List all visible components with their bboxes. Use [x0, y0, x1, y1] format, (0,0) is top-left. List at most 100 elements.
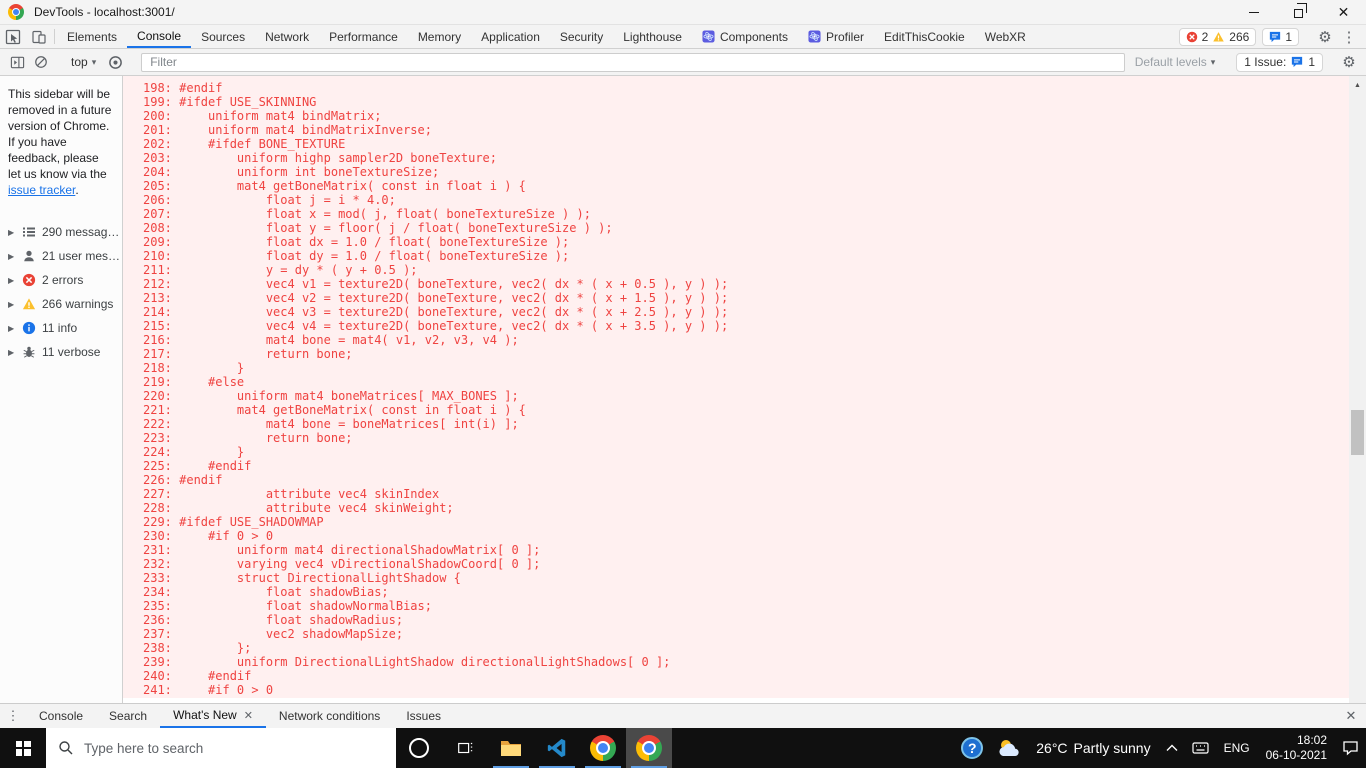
tab-network[interactable]: Network — [255, 25, 319, 48]
settings-button[interactable]: ⚙ — [1316, 28, 1334, 46]
minimize-button[interactable] — [1231, 0, 1276, 24]
console-scrollbar[interactable]: ▲ — [1349, 76, 1366, 703]
tab-profiler[interactable]: Profiler — [798, 25, 874, 48]
console-line: 229: #ifdef USE_SHADOWMAP — [143, 515, 324, 529]
issues-count: 1 — [1308, 55, 1315, 69]
vscode-button[interactable] — [534, 728, 580, 768]
chrome-button[interactable] — [580, 728, 626, 768]
errors-warnings-badge[interactable]: 2 266 — [1178, 27, 1257, 46]
message-count: 1 — [1285, 29, 1292, 44]
console-settings-button[interactable]: ⚙ — [1340, 53, 1358, 71]
close-icon[interactable]: ✕ — [244, 709, 253, 722]
console-line: 212: vec4 v1 = texture2D( boneTexture, v… — [143, 277, 729, 291]
console-output[interactable]: 198: #endif 199: #ifdef USE_SKINNING 200: … — [123, 76, 1366, 703]
context-selector[interactable]: top ▾ — [67, 55, 100, 69]
cortana-button[interactable] — [396, 728, 442, 768]
drawer-tab-network-conditions[interactable]: Network conditions — [266, 704, 393, 728]
scrollbar-thumb[interactable] — [1351, 410, 1364, 455]
tab-webxr[interactable]: WebXR — [975, 25, 1036, 48]
sidebar-item-2-errors[interactable]: ▶ 2 errors — [0, 268, 122, 292]
tab-elements[interactable]: Elements — [57, 25, 127, 48]
scrollbar-up-arrow[interactable]: ▲ — [1349, 79, 1366, 91]
issues-button[interactable]: 1 Issue: 1 — [1236, 52, 1323, 72]
sidebar-item-290-messag[interactable]: ▶ 290 messag… — [0, 220, 122, 244]
device-toolbar-button[interactable] — [26, 25, 52, 48]
drawer-menu-button[interactable]: ⋮ — [0, 704, 26, 728]
taskbar-search[interactable] — [46, 728, 396, 768]
expand-arrow-icon[interactable]: ▶ — [8, 252, 16, 261]
expand-arrow-icon[interactable]: ▶ — [8, 276, 16, 285]
clock[interactable]: 18:02 06-10-2021 — [1258, 733, 1335, 763]
messages-badge[interactable]: 1 — [1262, 27, 1299, 46]
notice-suffix: . — [75, 183, 79, 197]
taskbar-search-input[interactable] — [84, 740, 354, 756]
sidebar-item-21-user-mes[interactable]: ▶ 21 user mes… — [0, 244, 122, 268]
issue-tracker-link[interactable]: issue tracker — [8, 183, 75, 197]
file-explorer-button[interactable] — [488, 728, 534, 768]
console-sidebar-toggle-button[interactable] — [8, 55, 26, 70]
filter-input[interactable] — [141, 52, 1125, 72]
drawer-tab-what-s-new[interactable]: What's New ✕ — [160, 704, 266, 728]
weather-temp: 26°C — [1036, 740, 1068, 756]
sidebar-deprecation-notice: This sidebar will be removed in a future… — [0, 76, 122, 206]
tab-security[interactable]: Security — [550, 25, 613, 48]
sidebar-item-11-info[interactable]: ▶ 11 info — [0, 316, 122, 340]
expand-arrow-icon[interactable]: ▶ — [8, 228, 16, 237]
user-icon — [22, 249, 36, 263]
tab-lighthouse[interactable]: Lighthouse — [613, 25, 692, 48]
tab-application[interactable]: Application — [471, 25, 550, 48]
touch-keyboard-icon — [1191, 742, 1209, 754]
start-button[interactable] — [0, 728, 46, 768]
language-indicator[interactable]: ENG — [1216, 741, 1258, 755]
drawer-tab-issues[interactable]: Issues — [393, 704, 454, 728]
console-line: 202: #ifdef BONE_TEXTURE — [143, 137, 346, 151]
expand-arrow-icon[interactable]: ▶ — [8, 300, 16, 309]
error-icon — [22, 273, 36, 287]
drawer-tab-console[interactable]: Console — [26, 704, 96, 728]
console-line: 217: return bone; — [143, 347, 353, 361]
sidebar-toggle-icon — [10, 56, 24, 68]
drawer-tab-search[interactable]: Search — [96, 704, 160, 728]
issue-icon — [1292, 56, 1303, 68]
drawer-close-button[interactable]: ✕ — [1336, 704, 1366, 728]
expand-arrow-icon[interactable]: ▶ — [8, 348, 16, 357]
expand-arrow-icon[interactable]: ▶ — [8, 324, 16, 333]
console-line: 222: mat4 bone = boneMatrices[ int(i) ]; — [143, 417, 519, 431]
tab-sources[interactable]: Sources — [191, 25, 255, 48]
console-line: 205: mat4 getBoneMatrix( const in float … — [143, 179, 526, 193]
sidebar-item-266-warnings[interactable]: ▶ 266 warnings — [0, 292, 122, 316]
divider — [54, 29, 55, 44]
drawer-tab-label: Console — [39, 709, 84, 723]
get-help-button[interactable]: ? — [954, 728, 990, 768]
main-menu-button[interactable]: ⋮ — [1340, 28, 1358, 46]
console-line: 215: vec4 v4 = texture2D( boneTexture, v… — [143, 319, 729, 333]
console-line: 211: y = dy * ( y + 0.5 ); — [143, 263, 418, 277]
log-levels-dropdown[interactable]: Default levels ▾ — [1131, 55, 1220, 69]
tab-components[interactable]: Components — [692, 25, 798, 48]
console-line: 219: #else — [143, 375, 245, 389]
chrome-active-button[interactable] — [626, 728, 672, 768]
restore-button[interactable] — [1276, 0, 1321, 24]
title-bar: DevTools - localhost:3001/ ✕ — [0, 0, 1366, 25]
action-center-button[interactable] — [1335, 728, 1366, 768]
clock-date: 06-10-2021 — [1265, 748, 1327, 762]
console-line: 228: attribute vec4 skinWeight; — [143, 501, 454, 515]
tab-editthiscookie[interactable]: EditThisCookie — [874, 25, 975, 48]
tab-performance[interactable]: Performance — [319, 25, 408, 48]
close-button[interactable]: ✕ — [1321, 0, 1366, 24]
clear-console-button[interactable] — [32, 55, 50, 69]
task-view-button[interactable] — [442, 728, 488, 768]
tab-console[interactable]: Console — [127, 25, 192, 48]
tab-memory[interactable]: Memory — [408, 25, 471, 48]
show-hidden-icons-button[interactable] — [1159, 728, 1185, 768]
weather-widget[interactable] — [990, 728, 1028, 768]
console-line: 224: } — [143, 445, 245, 459]
inspect-element-button[interactable] — [0, 25, 26, 48]
sidebar-item-11-verbose[interactable]: ▶ 11 verbose — [0, 340, 122, 364]
console-line: 216: mat4 bone = mat4( v1, v2, v3, v4 ); — [143, 333, 519, 347]
close-icon: ✕ — [1337, 3, 1350, 20]
react-icon — [808, 30, 821, 43]
live-expression-button[interactable] — [106, 55, 124, 70]
weather-text[interactable]: 26°C Partly sunny — [1028, 740, 1158, 756]
touch-keyboard-button[interactable] — [1185, 728, 1216, 768]
